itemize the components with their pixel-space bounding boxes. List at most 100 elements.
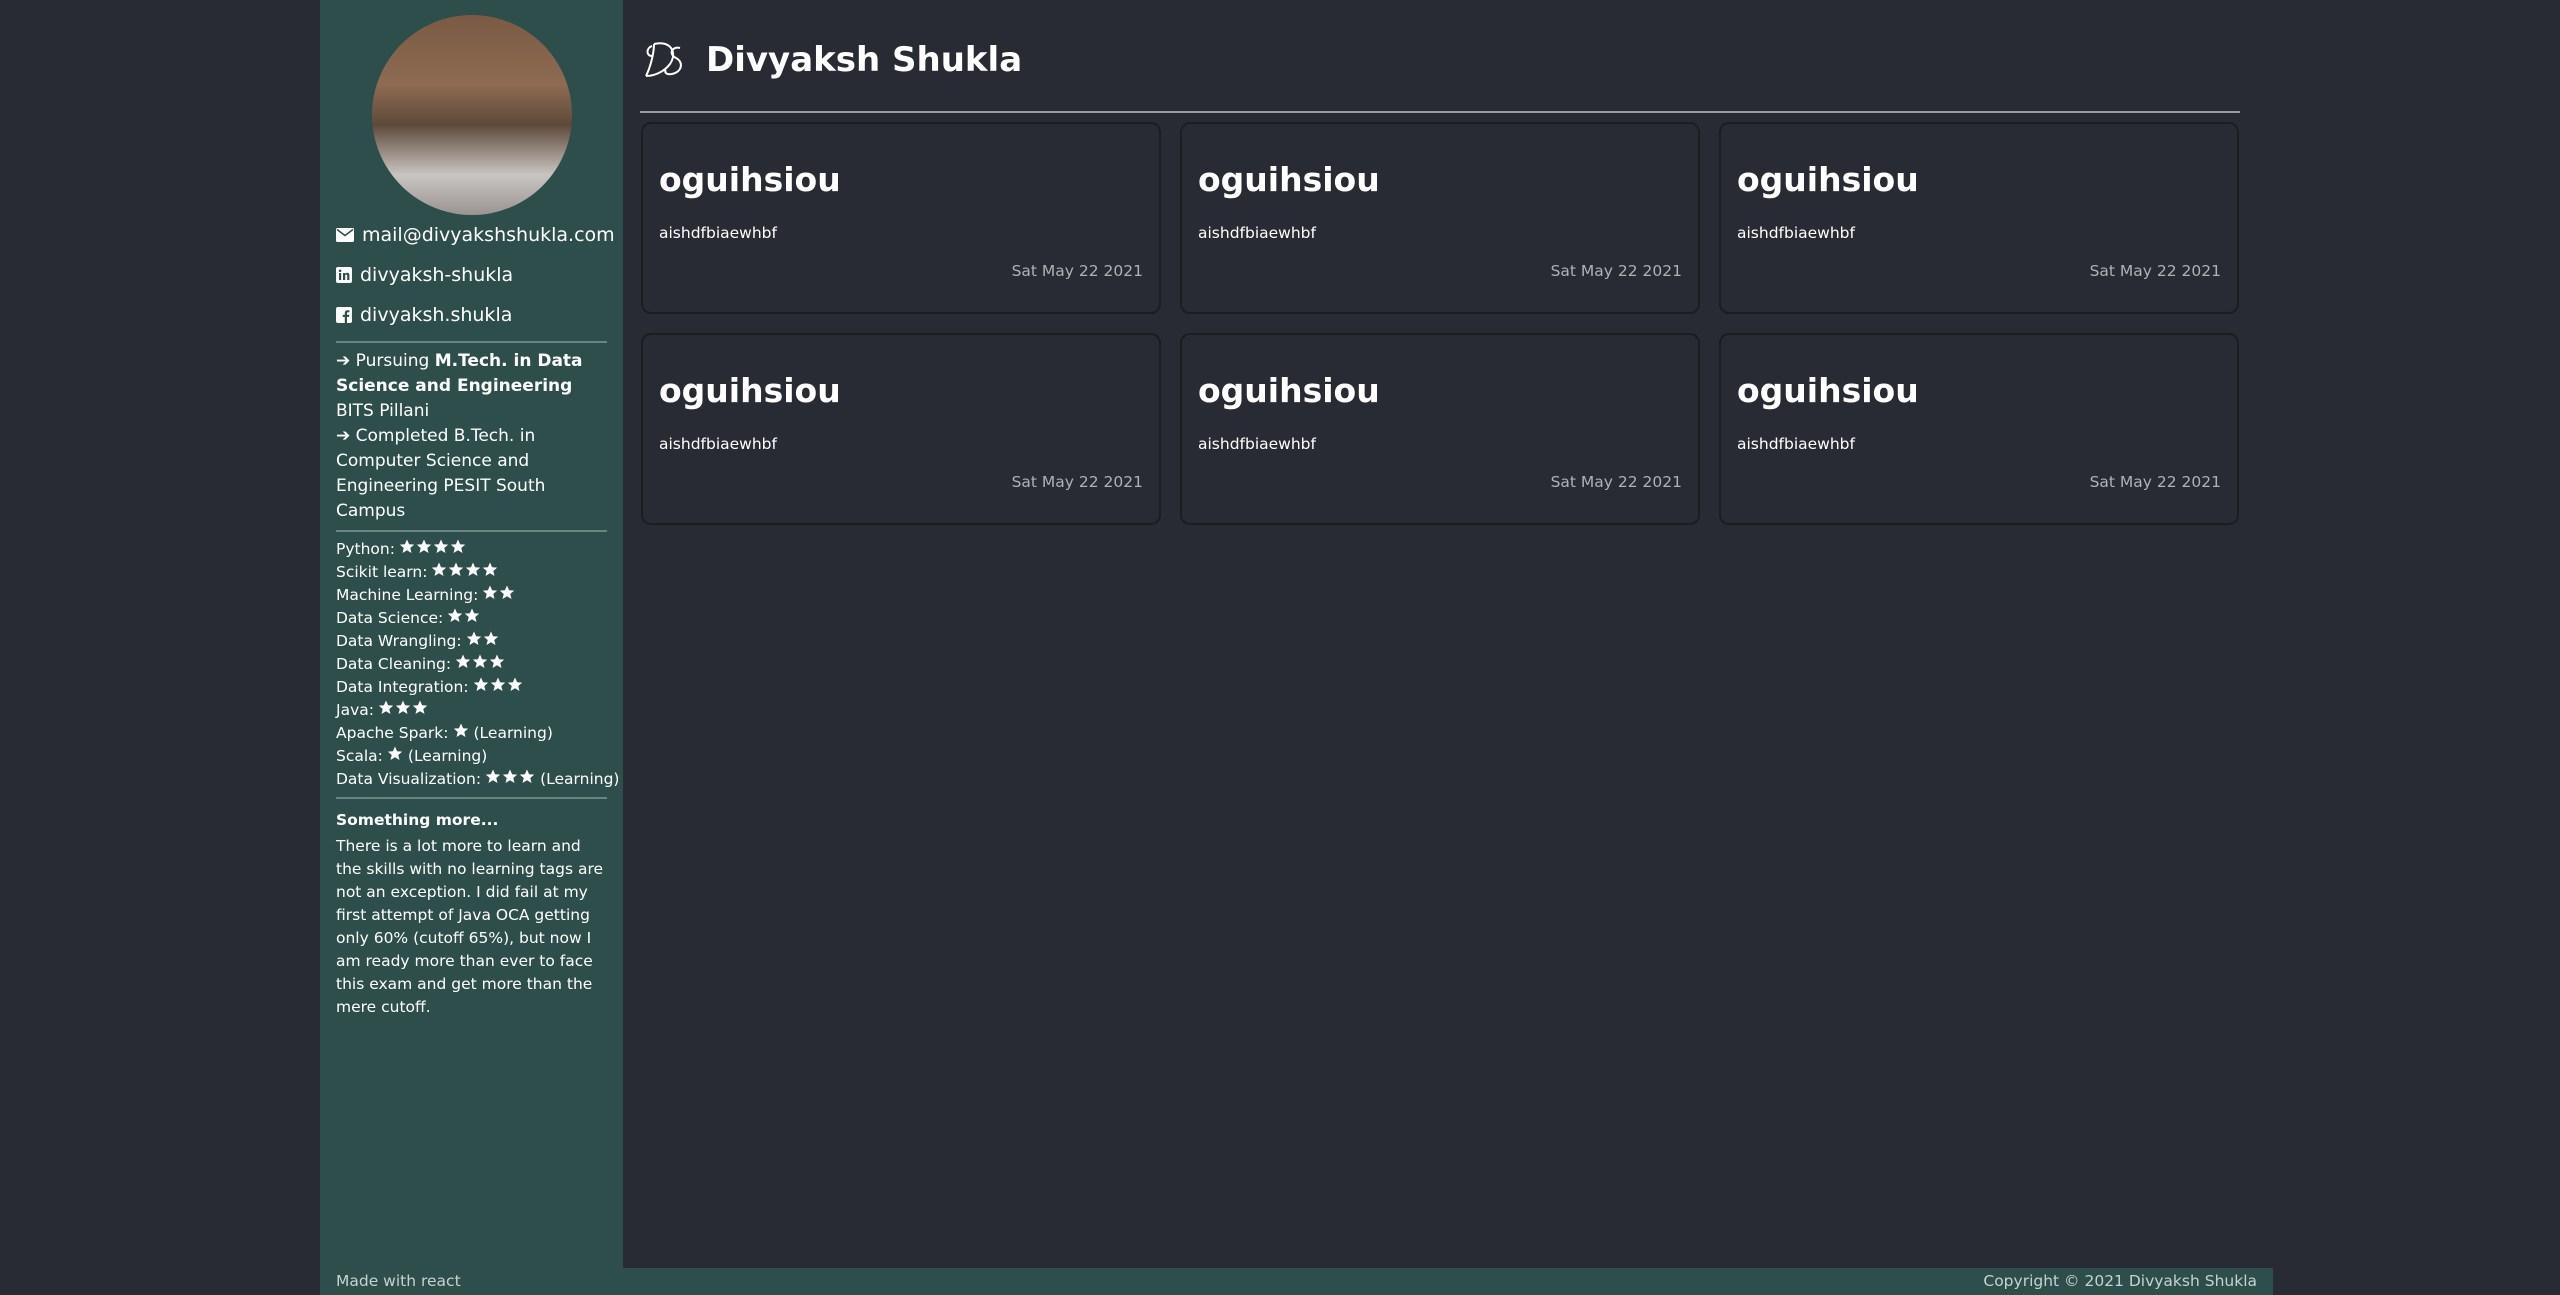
star-icon bbox=[465, 561, 482, 584]
contact-email-text: mail@divyakshshukla.com bbox=[362, 224, 615, 246]
post-card[interactable]: oguihsiou aishdfbiaewhbf Sat May 22 2021 bbox=[1719, 333, 2239, 525]
skill-learning-tag: (Learning) bbox=[407, 747, 488, 765]
star-icon bbox=[507, 676, 524, 699]
card-date: Sat May 22 2021 bbox=[2089, 262, 2221, 280]
linkedin-icon bbox=[336, 267, 352, 283]
footer-made-with: Made with react bbox=[336, 1272, 461, 1290]
card-title: oguihsiou bbox=[1198, 371, 1380, 410]
card-title: oguihsiou bbox=[1737, 371, 1919, 410]
skill-row: Machine Learning: bbox=[336, 584, 607, 607]
star-icon bbox=[395, 699, 412, 722]
star-icon bbox=[472, 653, 489, 676]
education-prefix: Pursuing bbox=[355, 351, 430, 371]
star-icon bbox=[399, 538, 416, 561]
star-icon bbox=[453, 722, 470, 745]
skill-row: Data Visualization: (Learning) bbox=[336, 768, 619, 791]
star-icon bbox=[473, 676, 490, 699]
contact-linkedin[interactable]: divyaksh-shukla bbox=[336, 255, 607, 295]
profile-avatar bbox=[371, 15, 572, 215]
skill-row: Data Cleaning: bbox=[336, 653, 607, 676]
star-icon bbox=[431, 561, 448, 584]
star-icon bbox=[483, 630, 500, 653]
skill-name: Data Science: bbox=[336, 609, 444, 627]
post-card[interactable]: oguihsiou aishdfbiaewhbf Sat May 22 2021 bbox=[641, 333, 1161, 525]
education-prefix: Completed B.Tech. in Computer Science an… bbox=[336, 426, 546, 521]
card-text: aishdfbiaewhbf bbox=[1198, 224, 1316, 242]
star-icon bbox=[378, 699, 395, 722]
skill-name: Data Integration: bbox=[336, 678, 469, 696]
skill-name: Data Wrangling: bbox=[336, 632, 462, 650]
skill-learning-tag: (Learning) bbox=[473, 724, 553, 742]
card-title: oguihsiou bbox=[659, 371, 841, 410]
star-icon bbox=[489, 653, 506, 676]
skill-row: Java: bbox=[336, 699, 607, 722]
card-title: oguihsiou bbox=[1737, 160, 1919, 199]
skill-row: Scikit learn: bbox=[336, 561, 607, 584]
skill-rating bbox=[485, 768, 536, 791]
post-card[interactable]: oguihsiou aishdfbiaewhbf Sat May 22 2021 bbox=[1180, 333, 1700, 525]
skill-rating bbox=[466, 630, 500, 653]
contact-email[interactable]: mail@divyakshshukla.com bbox=[336, 215, 615, 255]
skill-rating bbox=[473, 676, 524, 699]
arrow-right-icon: ➔ bbox=[336, 426, 351, 446]
star-icon bbox=[416, 538, 433, 561]
skill-name: Data Cleaning: bbox=[336, 655, 452, 673]
skill-row: Python: bbox=[336, 538, 607, 561]
star-icon bbox=[433, 538, 450, 561]
main-content: Divyaksh Shukla oguihsiou aishdfbiaewhbf… bbox=[623, 0, 2273, 1268]
card-text: aishdfbiaewhbf bbox=[1737, 435, 1855, 453]
skill-row: Apache Spark: (Learning) bbox=[336, 722, 607, 745]
card-text: aishdfbiaewhbf bbox=[1198, 435, 1316, 453]
divider bbox=[336, 797, 607, 799]
footer-copyright: Copyright © 2021 Divyaksh Shukla bbox=[1983, 1272, 2257, 1290]
star-icon bbox=[519, 768, 536, 791]
skill-learning-tag: (Learning) bbox=[540, 770, 620, 788]
site-header: Divyaksh Shukla bbox=[640, 34, 1022, 86]
arrow-right-icon: ➔ bbox=[336, 351, 351, 371]
skills-list: Python: Scikit learn: Machine Learning: Dat… bbox=[336, 538, 619, 791]
skill-row: Data Science: bbox=[336, 607, 607, 630]
education-item: ➔ Completed B.Tech. in Computer Science … bbox=[336, 424, 607, 524]
card-date: Sat May 22 2021 bbox=[1011, 262, 1143, 280]
post-card[interactable]: oguihsiou aishdfbiaewhbf Sat May 22 2021 bbox=[1180, 122, 1700, 314]
skill-name: Scala: bbox=[336, 747, 383, 765]
card-date: Sat May 22 2021 bbox=[2089, 473, 2221, 491]
skill-name: Apache Spark: bbox=[336, 724, 449, 742]
more-title: Something more... bbox=[336, 811, 499, 829]
post-card[interactable]: oguihsiou aishdfbiaewhbf Sat May 22 2021 bbox=[1719, 122, 2239, 314]
card-title: oguihsiou bbox=[659, 160, 841, 199]
footer: Made with react Copyright © 2021 Divyaks… bbox=[320, 1268, 2273, 1295]
card-text: aishdfbiaewhbf bbox=[659, 435, 777, 453]
skill-name: Data Visualization: bbox=[336, 770, 482, 788]
star-icon bbox=[387, 745, 404, 768]
contact-facebook[interactable]: divyaksh.shukla bbox=[336, 295, 607, 335]
card-text: aishdfbiaewhbf bbox=[1737, 224, 1855, 242]
skill-rating bbox=[431, 561, 499, 584]
skill-rating bbox=[447, 607, 481, 630]
card-text: aishdfbiaewhbf bbox=[659, 224, 777, 242]
skill-name: Machine Learning: bbox=[336, 586, 479, 604]
contact-facebook-text: divyaksh.shukla bbox=[360, 304, 513, 326]
site-title: Divyaksh Shukla bbox=[706, 40, 1023, 80]
header-divider bbox=[640, 111, 2240, 113]
card-date: Sat May 22 2021 bbox=[1550, 473, 1682, 491]
star-icon bbox=[485, 768, 502, 791]
skill-rating bbox=[453, 722, 470, 745]
sidebar: mail@divyakshshukla.com divyaksh-shukla … bbox=[320, 0, 623, 1268]
skill-name: Python: bbox=[336, 540, 395, 558]
star-icon bbox=[482, 584, 499, 607]
star-icon bbox=[464, 607, 481, 630]
post-card[interactable]: oguihsiou aishdfbiaewhbf Sat May 22 2021 bbox=[641, 122, 1161, 314]
skill-rating bbox=[378, 699, 429, 722]
skill-name: Java: bbox=[336, 701, 374, 719]
skill-rating bbox=[455, 653, 506, 676]
star-icon bbox=[502, 768, 519, 791]
star-icon bbox=[448, 561, 465, 584]
card-title: oguihsiou bbox=[1198, 160, 1380, 199]
card-date: Sat May 22 2021 bbox=[1011, 473, 1143, 491]
star-icon bbox=[466, 630, 483, 653]
more-text: There is a lot more to learn and the ski… bbox=[336, 837, 604, 1016]
contact-linkedin-text: divyaksh-shukla bbox=[360, 264, 514, 286]
divider bbox=[336, 341, 607, 343]
card-date: Sat May 22 2021 bbox=[1550, 262, 1682, 280]
